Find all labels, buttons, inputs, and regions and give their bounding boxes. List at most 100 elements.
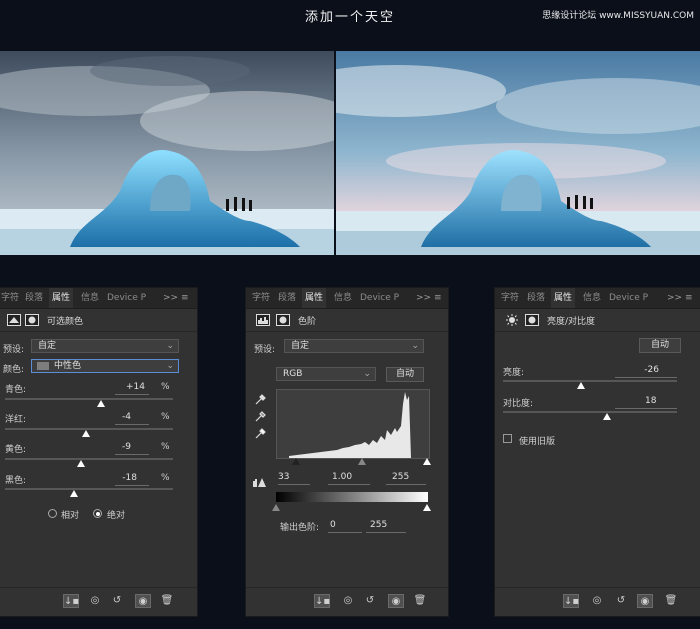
- photo-after: [336, 51, 700, 255]
- layer-mask-icon: [276, 314, 290, 326]
- clip-to-layer-icon[interactable]: ↓▪: [563, 594, 579, 608]
- tab-paragraph[interactable]: 段落: [25, 288, 47, 308]
- channel-select[interactable]: RGB ⌄: [276, 367, 376, 381]
- visibility-icon[interactable]: ◉: [388, 594, 404, 608]
- tab-device-preview[interactable]: Device P: [107, 288, 147, 308]
- legacy-checkbox[interactable]: [503, 434, 512, 443]
- clip-to-layer-icon[interactable]: ↓▪: [314, 594, 330, 608]
- relative-radio[interactable]: [48, 509, 57, 518]
- selective-color-icon: [7, 314, 21, 326]
- view-previous-icon[interactable]: ◎: [589, 594, 605, 608]
- auto-button[interactable]: 自动: [386, 367, 424, 382]
- slider-value[interactable]: -18: [115, 473, 137, 483]
- brightness-icon: [505, 314, 519, 326]
- value-underline: [328, 532, 362, 533]
- slider-label: 青色:: [5, 385, 27, 395]
- tab-properties[interactable]: 属性: [302, 288, 326, 308]
- output-black-thumb[interactable]: [272, 504, 280, 511]
- slider-value[interactable]: -9: [115, 442, 131, 452]
- value-underline: [115, 424, 149, 425]
- auto-button[interactable]: 自动: [639, 338, 681, 353]
- tab-device-preview[interactable]: Device P: [609, 288, 649, 308]
- reset-icon[interactable]: ↺: [362, 594, 378, 608]
- tab-info[interactable]: 信息: [583, 288, 605, 308]
- tabs-more-icon[interactable]: >>: [416, 288, 431, 308]
- tab-character[interactable]: 字符: [1, 288, 23, 308]
- slider-label: 黄色:: [5, 445, 27, 455]
- preset-select[interactable]: 自定 ⌄: [31, 339, 179, 353]
- color-select[interactable]: 中性色 ⌄: [31, 359, 179, 373]
- delete-icon[interactable]: 🗑: [412, 594, 428, 608]
- relative-label: 相对: [61, 511, 80, 521]
- view-previous-icon[interactable]: ◎: [87, 594, 103, 608]
- slider-thumb[interactable]: [76, 460, 85, 467]
- slider-thumb[interactable]: [81, 430, 90, 437]
- visibility-icon[interactable]: ◉: [637, 594, 653, 608]
- white-eyedropper-icon[interactable]: [254, 427, 266, 439]
- input-black-thumb[interactable]: [292, 458, 300, 465]
- input-white-value[interactable]: 255: [392, 472, 412, 482]
- legacy-label: 使用旧版: [519, 437, 556, 447]
- slider-track[interactable]: [5, 398, 173, 400]
- reset-icon[interactable]: ↺: [109, 594, 125, 608]
- panel-tabs: 字符 段落 属性 信息 Device P >> ≡: [495, 288, 700, 309]
- brightness-thumb[interactable]: [577, 382, 586, 389]
- panel-menu-icon[interactable]: ≡: [434, 288, 442, 308]
- contrast-value[interactable]: 18: [645, 396, 656, 406]
- contrast-track[interactable]: [503, 411, 677, 413]
- tab-properties[interactable]: 属性: [49, 288, 73, 308]
- brightness-value[interactable]: -26: [643, 365, 659, 375]
- channel-value: RGB: [283, 369, 303, 379]
- calculate-histogram-icon[interactable]: [252, 476, 266, 488]
- slider-value[interactable]: -4: [115, 412, 131, 422]
- value-underline: [328, 484, 370, 485]
- contrast-thumb[interactable]: [603, 413, 612, 420]
- tab-info[interactable]: 信息: [334, 288, 356, 308]
- tab-paragraph[interactable]: 段落: [527, 288, 549, 308]
- panel-menu-icon[interactable]: ≡: [181, 288, 189, 308]
- tab-character[interactable]: 字符: [252, 288, 274, 308]
- slider-thumb[interactable]: [96, 400, 105, 407]
- brightness-track[interactable]: [503, 380, 677, 382]
- tab-character[interactable]: 字符: [501, 288, 523, 308]
- clip-to-layer-icon[interactable]: ↓▪: [63, 594, 79, 608]
- output-white-thumb[interactable]: [423, 504, 431, 511]
- delete-icon[interactable]: 🗑: [159, 594, 175, 608]
- visibility-icon[interactable]: ◉: [135, 594, 151, 608]
- layer-mask-icon: [525, 314, 539, 326]
- tab-device-preview[interactable]: Device P: [360, 288, 400, 308]
- tab-paragraph[interactable]: 段落: [278, 288, 300, 308]
- brightness-contrast-panel: 字符 段落 属性 信息 Device P >> ≡ 亮度/对比度 自动 亮度: …: [494, 287, 700, 617]
- reset-icon[interactable]: ↺: [613, 594, 629, 608]
- output-gradient: [276, 492, 428, 502]
- slider-track[interactable]: [5, 458, 173, 460]
- slider-thumb[interactable]: [69, 490, 78, 497]
- preset-value: 自定: [38, 341, 57, 351]
- input-white-thumb[interactable]: [423, 458, 431, 465]
- preset-select[interactable]: 自定 ⌄: [284, 339, 424, 353]
- black-eyedropper-icon[interactable]: [254, 393, 266, 405]
- absolute-radio[interactable]: [93, 509, 102, 518]
- panel-menu-icon[interactable]: ≡: [685, 288, 693, 308]
- percent-unit: %: [161, 442, 170, 452]
- gray-eyedropper-icon[interactable]: [254, 410, 266, 422]
- slider-label: 洋红:: [5, 415, 27, 425]
- absolute-label: 绝对: [107, 511, 126, 521]
- tabs-more-icon[interactable]: >>: [163, 288, 178, 308]
- panel-tabs: 字符 段落 属性 信息 Device P >> ≡: [246, 288, 448, 309]
- tab-info[interactable]: 信息: [81, 288, 103, 308]
- slider-track[interactable]: [5, 488, 173, 490]
- photo-before: [0, 51, 334, 255]
- input-black-value[interactable]: 33: [278, 472, 294, 482]
- output-white-value[interactable]: 255: [370, 520, 390, 530]
- percent-unit: %: [161, 412, 170, 422]
- slider-value[interactable]: +14: [115, 382, 145, 392]
- watermark: 思缘设计论坛 www.MISSYUAN.COM: [542, 11, 694, 21]
- delete-icon[interactable]: 🗑: [663, 594, 679, 608]
- input-gamma-thumb[interactable]: [358, 458, 366, 465]
- view-previous-icon[interactable]: ◎: [340, 594, 356, 608]
- tab-properties[interactable]: 属性: [551, 288, 575, 308]
- input-gamma-value[interactable]: 1.00: [332, 472, 362, 482]
- tabs-more-icon[interactable]: >>: [667, 288, 682, 308]
- output-black-value[interactable]: 0: [330, 520, 340, 530]
